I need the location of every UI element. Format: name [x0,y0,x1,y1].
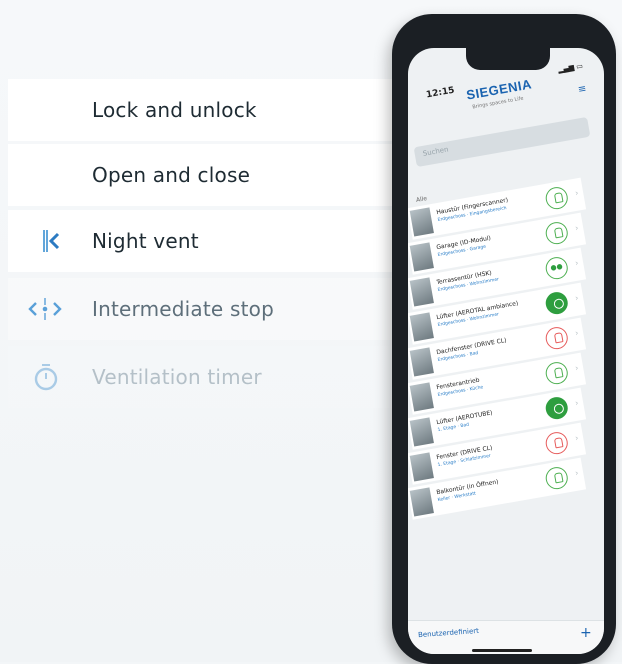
feature-label: Open and close [92,163,251,187]
chevron-right-icon: › [574,293,580,303]
menu-icon[interactable]: ≡ [577,83,587,95]
device-thumbnail [409,312,434,342]
device-thumbnail [409,242,434,272]
phone-screen: 12:15 ▂▄▆ ▭ SIEGENIA Brings spaces to Li… [408,48,604,654]
device-thumbnail [409,277,434,307]
status-time: 12:15 [425,85,456,101]
device-thumbnail [409,347,434,377]
signal-battery-icon: ▂▄▆ ▭ [557,61,584,75]
lock-status-icon[interactable] [543,360,570,386]
lock-status-icon[interactable] [543,185,570,211]
feature-lock-and-unlock: Lock and unlock [8,79,413,141]
device-thumbnail [409,417,434,447]
feature-open-and-close: Open and close [8,144,413,206]
feature-label: Night vent [92,229,199,253]
chevron-right-icon: › [574,433,580,443]
home-indicator [472,649,532,652]
chevron-right-icon: › [574,223,580,233]
bottom-toolbar: Benutzerdefiniert + [408,620,604,654]
chevron-right-icon: › [574,328,580,338]
feature-ventilation-timer: Ventilation timer [8,346,413,408]
intermediate-stop-icon [28,298,62,320]
phone-notch [466,48,550,70]
lock-status-icon[interactable] [543,325,570,351]
device-list: Haustür (Fingerscanner) Erdgeschoss · Ei… [408,177,604,523]
night-vent-icon [43,230,60,252]
search-placeholder: Suchen [422,145,450,158]
chevron-right-icon: › [574,258,580,268]
search-input[interactable]: Suchen [413,116,591,168]
device-thumbnail [409,207,434,237]
chevron-right-icon: › [574,468,580,478]
device-thumbnail [409,452,434,482]
device-thumbnail [409,487,434,517]
feature-label: Lock and unlock [92,98,257,122]
chevron-right-icon: › [574,363,580,373]
feature-night-vent: Night vent [8,210,413,272]
vent-status-icon[interactable]: ●● [543,255,570,281]
fan-toggle-icon[interactable] [543,290,570,316]
list-header: Alle [415,195,428,204]
fan-toggle-icon[interactable] [543,395,570,421]
feature-label: Intermediate stop [92,297,274,321]
chevron-right-icon: › [574,398,580,408]
stopwatch-icon [34,364,58,391]
device-thumbnail [409,382,434,412]
chevron-right-icon: › [574,188,580,198]
lock-status-icon[interactable] [543,220,570,246]
sort-button[interactable]: Benutzerdefiniert [418,627,479,639]
phone-mockup: 12:15 ▂▄▆ ▭ SIEGENIA Brings spaces to Li… [392,14,616,664]
lock-status-icon[interactable] [543,465,570,491]
feature-intermediate-stop: Intermediate stop [8,278,413,340]
add-device-button[interactable]: + [580,625,592,641]
feature-label: Ventilation timer [92,365,262,389]
lock-status-icon[interactable] [543,430,570,456]
